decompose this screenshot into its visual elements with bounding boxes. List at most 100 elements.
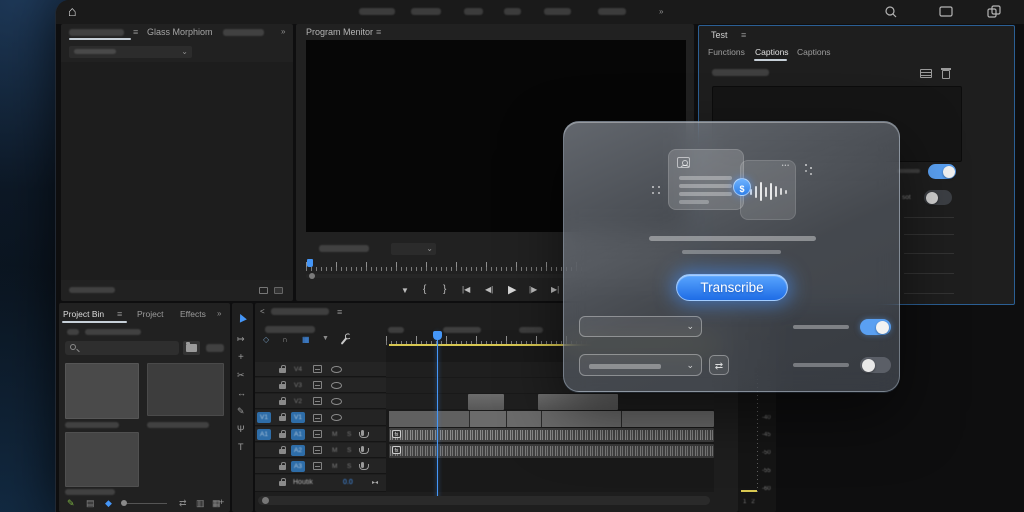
master-track-value[interactable]: 0.0 <box>343 479 353 486</box>
tab-effects[interactable]: Effects <box>180 310 206 319</box>
lock-icon[interactable] <box>279 478 286 486</box>
list-view-icon[interactable]: ▤ <box>86 498 95 509</box>
breadcrumb[interactable] <box>85 329 141 335</box>
menu-item[interactable] <box>411 8 441 15</box>
mark-out-button[interactable]: } <box>443 284 446 295</box>
source-clip-dropdown[interactable]: ⌄ <box>69 46 192 58</box>
language-select[interactable]: ⌄ <box>579 316 702 337</box>
lock-icon[interactable] <box>279 381 286 389</box>
menu-item[interactable] <box>359 8 395 15</box>
ruler-marker[interactable] <box>388 327 404 333</box>
transcribe-button[interactable]: Transcribe <box>676 274 788 301</box>
wrench-icon[interactable] <box>340 337 348 345</box>
marker-icon[interactable]: ▼ <box>322 335 329 342</box>
track-output-icon[interactable] <box>331 414 342 421</box>
step-back-button[interactable]: ◀| <box>485 285 493 294</box>
sync-lock-icon[interactable] <box>313 462 322 470</box>
view-toggle-button[interactable] <box>206 344 224 352</box>
tab-project-bin[interactable]: Project Bin <box>63 310 104 319</box>
source-inactive-tab[interactable] <box>223 29 264 36</box>
slip-tool[interactable]: ↔ <box>237 388 246 398</box>
track-name[interactable]: V3 <box>294 380 302 391</box>
nested-sequence-icon[interactable]: ▦ <box>302 335 310 344</box>
sync-lock-icon[interactable] <box>313 365 322 373</box>
razor-tool[interactable]: ✂ <box>237 370 245 381</box>
timeline-back-icon[interactable]: < <box>260 308 265 316</box>
snap-icon[interactable]: ◇ <box>263 335 269 344</box>
mute-button[interactable]: M <box>332 445 337 456</box>
lock-icon[interactable] <box>279 365 286 373</box>
source-panel-title[interactable]: Glass Morphiom <box>147 28 213 37</box>
menu-item[interactable] <box>464 8 483 15</box>
lock-icon[interactable] <box>279 413 286 421</box>
step-forward-button[interactable]: |▶ <box>529 285 537 294</box>
go-to-out-button[interactable]: ▶| <box>551 285 559 294</box>
media-thumbnail[interactable] <box>147 363 224 416</box>
find-icon[interactable]: ▥ <box>196 498 205 509</box>
panel-menu-icon[interactable]: ≡ <box>133 28 138 37</box>
program-scrollbar-knob[interactable] <box>309 273 315 279</box>
lock-icon[interactable] <box>279 430 286 438</box>
solo-button[interactable]: S <box>347 461 351 472</box>
panel-menu-icon[interactable]: ≡ <box>741 31 746 40</box>
track-target-v1[interactable]: V1 <box>291 412 305 423</box>
menu-item[interactable] <box>504 8 521 15</box>
mute-button[interactable]: M <box>332 461 337 472</box>
refresh-button[interactable]: ⇄ <box>709 355 729 375</box>
sync-lock-icon[interactable] <box>313 430 322 438</box>
automate-sequence-icon[interactable]: ⇄ <box>179 498 187 509</box>
fullscreen-icon[interactable] <box>939 6 953 17</box>
source-active-tab[interactable] <box>69 29 124 36</box>
program-panel-title[interactable]: Program Menitor <box>306 28 373 37</box>
sync-lock-icon[interactable] <box>313 414 322 422</box>
magnet-icon[interactable]: ∩ <box>282 335 288 344</box>
track-output-icon[interactable] <box>331 366 342 373</box>
tab-captions-active[interactable]: Captions <box>755 48 789 57</box>
toggle-off[interactable] <box>924 190 952 205</box>
track-name[interactable]: V4 <box>294 364 302 375</box>
selection-tool[interactable]: ▶ <box>235 312 248 324</box>
program-playhead[interactable] <box>307 259 313 267</box>
pen-tool[interactable]: ✎ <box>237 406 245 417</box>
track-select-forward-tool[interactable]: ↦ <box>237 334 245 345</box>
breadcrumb[interactable] <box>67 329 79 335</box>
sync-lock-icon[interactable] <box>313 397 322 405</box>
search-icon[interactable] <box>884 5 898 19</box>
ruler-marker[interactable] <box>519 327 543 333</box>
program-zoom-dropdown[interactable]: ⌄ <box>391 243 436 255</box>
caption-track-pill[interactable] <box>712 69 769 76</box>
lock-icon[interactable] <box>279 462 286 470</box>
track-target-a2[interactable]: A2 <box>291 445 305 456</box>
track-output-icon[interactable] <box>331 382 342 389</box>
tab-captions-2[interactable]: Captions <box>797 48 831 57</box>
play-button[interactable]: ▶ <box>508 283 516 296</box>
mark-in-button[interactable]: { <box>423 284 426 295</box>
tab-project[interactable]: Project <box>137 310 163 319</box>
mic-icon[interactable] <box>358 446 369 454</box>
lock-icon[interactable] <box>279 446 286 454</box>
speaker-select[interactable]: ⌄ <box>579 354 702 376</box>
tab-functions[interactable]: Functions <box>708 48 745 57</box>
timeline-scrollbar[interactable] <box>258 496 710 505</box>
playhead-head[interactable] <box>433 331 442 340</box>
sync-lock-icon[interactable] <box>313 446 322 454</box>
solo-button[interactable]: S <box>347 429 351 440</box>
search-input[interactable] <box>65 341 179 355</box>
source-patch-v1[interactable]: V1 <box>257 412 271 423</box>
sync-lock-icon[interactable] <box>313 381 322 389</box>
track-output-icon[interactable] <box>331 398 342 405</box>
test-panel-title[interactable]: Test <box>711 31 728 40</box>
panel-menu-icon[interactable]: ≡ <box>337 308 342 317</box>
type-tool[interactable]: T <box>238 442 244 452</box>
bound-icon[interactable]: ▸◂ <box>372 479 378 486</box>
icon-view-icon[interactable]: ◆ <box>105 498 112 509</box>
ripple-edit-tool[interactable]: + <box>238 352 244 363</box>
track-target-a3[interactable]: A3 <box>291 461 305 472</box>
home-icon[interactable]: ⌂ <box>68 3 76 19</box>
media-thumbnail[interactable] <box>65 363 139 419</box>
new-item-icon[interactable]: + <box>219 497 224 507</box>
panel-menu-icon[interactable]: ≡ <box>376 28 381 37</box>
menu-item[interactable] <box>544 8 571 15</box>
video-clip[interactable] <box>538 394 618 410</box>
ruler-marker[interactable] <box>443 327 481 333</box>
